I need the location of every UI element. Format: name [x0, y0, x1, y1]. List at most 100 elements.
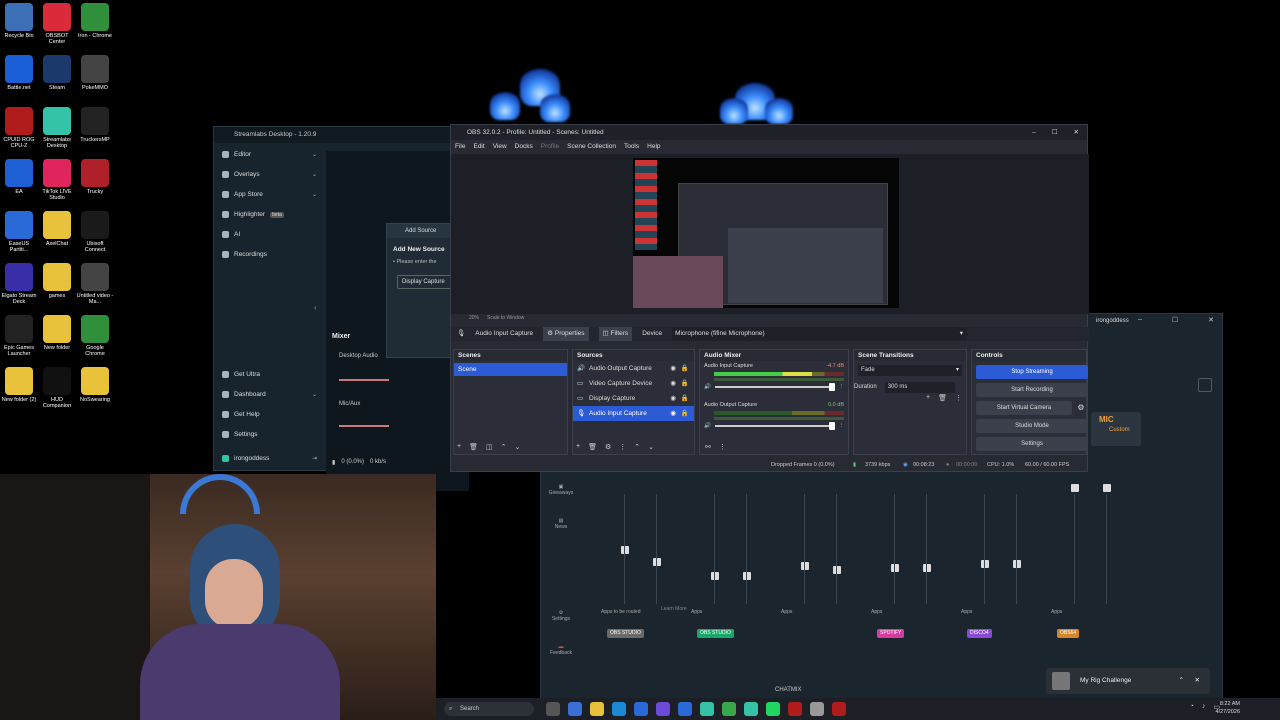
- app-tag[interactable]: DISCO4: [967, 629, 992, 638]
- menu-item[interactable]: Help: [647, 140, 660, 154]
- app-tag[interactable]: OBS64: [1057, 629, 1080, 638]
- fader-handle[interactable]: [1013, 560, 1021, 568]
- desktop-icon[interactable]: Epic Games Launcher: [0, 315, 38, 357]
- device-select[interactable]: Microphone (fifine Microphone) ▾: [672, 327, 968, 341]
- nav-item[interactable]: Editor ⌄: [222, 151, 317, 158]
- transition-select[interactable]: Fade ▾: [858, 365, 962, 376]
- battery-icon[interactable]: ▭: [1213, 703, 1220, 711]
- menu-item[interactable]: Scene Collection: [567, 140, 616, 154]
- close-icon[interactable]: ✕: [1195, 668, 1200, 694]
- learn-more-link[interactable]: Learn More: [661, 606, 687, 612]
- lock-icon[interactable]: 🔒: [681, 376, 689, 391]
- volume-icon[interactable]: 🔊: [704, 384, 711, 390]
- scale-mode[interactable]: Scale to Window: [487, 315, 524, 321]
- desktop-icon[interactable]: Recycle Bin: [0, 3, 38, 39]
- source-item[interactable]: 🔊 Audio Output Capture ◉ 🔒: [573, 361, 694, 376]
- stats-icon[interactable]: ▮: [332, 459, 335, 466]
- side-nav-news[interactable]: ▤ News: [541, 518, 581, 530]
- desktop-icon[interactable]: Iron - Chrome: [76, 3, 114, 39]
- taskbar-app-icon[interactable]: [810, 702, 824, 716]
- taskbar-app-icon[interactable]: [788, 702, 802, 716]
- desktop-icon[interactable]: CPUID ROG CPU-Z: [0, 107, 38, 149]
- desktop-icon[interactable]: AxelChat: [38, 211, 76, 247]
- scene-item[interactable]: Scene: [454, 363, 567, 376]
- eye-icon[interactable]: ◉: [670, 361, 676, 376]
- menu-item[interactable]: Tools: [624, 140, 639, 154]
- close-icon[interactable]: ✕: [1208, 316, 1214, 324]
- notification-toast[interactable]: My Rig Challenge ⌃ ✕: [1046, 668, 1210, 694]
- eye-icon[interactable]: ◉: [670, 391, 676, 406]
- nav-item[interactable]: AI: [222, 231, 317, 238]
- taskbar-app-icon[interactable]: [832, 702, 846, 716]
- taskbar-app-icon[interactable]: [766, 702, 780, 716]
- desktop-icon[interactable]: Ubisoft Connect: [76, 211, 114, 253]
- up-icon[interactable]: ⌃: [501, 443, 507, 451]
- fader-handle[interactable]: [743, 572, 751, 580]
- start-recording-button[interactable]: Start Recording: [976, 383, 1088, 397]
- source-item[interactable]: ▭ Display Capture ◉ 🔒: [573, 391, 694, 406]
- trash-icon[interactable]: 🗑: [588, 443, 597, 451]
- menu-item[interactable]: Profile: [541, 140, 559, 154]
- slider-handle[interactable]: [828, 422, 835, 430]
- logout-icon[interactable]: ⇥: [312, 455, 317, 462]
- gear-icon[interactable]: ⚙: [1074, 401, 1088, 415]
- menu-item[interactable]: Edit: [473, 140, 484, 154]
- slider-handle[interactable]: [828, 383, 835, 391]
- desktop-icon[interactable]: EaseUS Partiti...: [0, 211, 38, 253]
- desktop-icon[interactable]: HUD Companion: [38, 367, 76, 409]
- link-icon[interactable]: ⚯: [705, 443, 711, 451]
- fader-handle[interactable]: [1071, 484, 1079, 492]
- taskbar-app-icon[interactable]: [590, 702, 604, 716]
- taskbar-app-icon[interactable]: [678, 702, 692, 716]
- nav-item[interactable]: Recordings: [222, 251, 317, 258]
- nav-item[interactable]: Settings: [222, 431, 317, 438]
- down-icon[interactable]: ⌄: [648, 443, 654, 451]
- taskbar-app-icon[interactable]: [656, 702, 670, 716]
- taskbar-app-icon[interactable]: [700, 702, 714, 716]
- add-icon[interactable]: +: [457, 443, 461, 451]
- fader-handle[interactable]: [981, 560, 989, 568]
- lock-icon[interactable]: 🔒: [681, 406, 689, 421]
- desktop-icon[interactable]: Steam: [38, 55, 76, 91]
- lock-icon[interactable]: 🔒: [681, 391, 689, 406]
- desktop-icon[interactable]: EA: [0, 159, 38, 195]
- desktop-icon[interactable]: OBSBOT Center: [38, 3, 76, 45]
- side-nav-settings[interactable]: ⚙ Settings: [541, 610, 581, 622]
- nav-item[interactable]: irongoddess ⇥: [222, 455, 317, 462]
- studio-mode-button[interactable]: Studio Mode: [976, 419, 1088, 433]
- desktop-icon[interactable]: Google Chrome: [76, 315, 114, 357]
- more-icon[interactable]: ⋮: [839, 384, 845, 390]
- desktop-icon[interactable]: Trucky: [76, 159, 114, 195]
- settings-button[interactable]: Settings: [976, 437, 1088, 451]
- menu-item[interactable]: View: [493, 140, 507, 154]
- side-nav-giveaways[interactable]: ▣ Giveaways: [541, 484, 581, 496]
- properties-button[interactable]: ⚙ Properties: [543, 327, 589, 341]
- add-icon[interactable]: +: [926, 394, 930, 402]
- nav-item[interactable]: App Store ⌄: [222, 191, 317, 198]
- menu-item[interactable]: Docks: [515, 140, 533, 154]
- add-icon[interactable]: +: [576, 443, 580, 451]
- fader-handle[interactable]: [621, 546, 629, 554]
- up-icon[interactable]: ⌃: [634, 443, 640, 451]
- desktop-icon[interactable]: Untitled video - Ma...: [76, 263, 114, 305]
- fader-handle[interactable]: [891, 564, 899, 572]
- volume-icon[interactable]: ♪: [1202, 703, 1206, 711]
- fader-handle[interactable]: [653, 558, 661, 566]
- minimize-icon[interactable]: –: [1138, 316, 1142, 324]
- filter-icon[interactable]: ◫: [486, 443, 493, 451]
- desktop-icon[interactable]: New folder (2): [0, 367, 38, 403]
- more-icon[interactable]: ⋮: [955, 394, 962, 402]
- app-tag[interactable]: OBS STUDIO: [697, 629, 734, 638]
- nav-item[interactable]: Get Help: [222, 411, 317, 418]
- search-box[interactable]: ⌕ Search: [444, 702, 534, 716]
- fader-handle[interactable]: [801, 562, 809, 570]
- taskbar-app-icon[interactable]: [612, 702, 626, 716]
- app-tag[interactable]: SPOTIFY: [877, 629, 905, 638]
- desktop-icon[interactable]: Battle.net: [0, 55, 38, 91]
- nav-item[interactable]: Highlighter beta: [222, 211, 317, 218]
- nav-item[interactable]: Dashboard ⌄: [222, 391, 317, 398]
- taskbar-app-icon[interactable]: [546, 702, 560, 716]
- network-icon[interactable]: ◔: [1190, 703, 1194, 711]
- fader-handle[interactable]: [923, 564, 931, 572]
- desktop-icon[interactable]: TruckersMP: [76, 107, 114, 143]
